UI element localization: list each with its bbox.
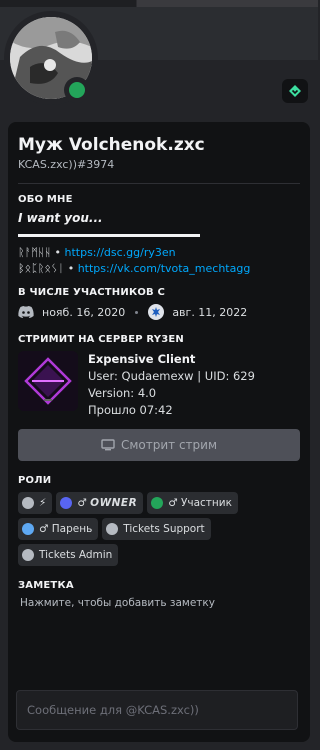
role-glyph: ♂: [168, 497, 178, 509]
activity-details-line: User: Qudaemexw | UID: 629: [88, 369, 255, 383]
member-since-title: В числе участников с: [18, 287, 166, 298]
note-input[interactable]: Нажмите, чтобы добавить заметку: [20, 597, 300, 609]
role-glyph: ♂: [77, 497, 87, 509]
role-tag-owner[interactable]: ♂ OWNER: [56, 492, 144, 514]
role-label: Tickets Admin: [39, 549, 113, 561]
role-label: Tickets Support: [123, 523, 205, 535]
role-tag-member[interactable]: ♂ Участник: [147, 492, 238, 514]
role-color-icon: [22, 497, 34, 509]
display-name: Муж Volchenok.zxc: [18, 135, 205, 155]
note-title: Заметка: [18, 580, 74, 591]
discord-join-date: нояб. 16, 2020: [42, 305, 126, 319]
about-rule: [18, 234, 200, 237]
link-separator: •: [64, 262, 78, 275]
activity-image: [18, 351, 78, 411]
role-color-icon: [106, 523, 119, 535]
role-color-icon: [151, 497, 164, 509]
screen-share-icon: [101, 439, 115, 451]
activity-name: Expensive Client: [88, 352, 196, 366]
link-label: ᚱᚨᛗᚺᚺ: [18, 246, 51, 259]
server-join-date: авг. 11, 2022: [172, 305, 248, 319]
member-since-row: нояб. 16, 2020 авг. 11, 2022: [18, 304, 300, 320]
profile-card: Муж Volchenok.zxc KCAS.zxc))#3974 Обо мн…: [8, 122, 310, 742]
link-label: ᛒᛟᛈᚱᛟᛊᛁ: [18, 262, 65, 275]
message-input[interactable]: Сообщение для @KCAS.zxc)): [16, 690, 298, 730]
link-separator: •: [51, 246, 65, 259]
online-status-icon: [69, 82, 85, 98]
user-tag[interactable]: KCAS.zxc))#3974: [18, 158, 300, 171]
separator-dot: [135, 310, 139, 314]
role-tag[interactable]: ⚡: [18, 492, 53, 514]
server-icon: [148, 304, 165, 320]
role-tag-guy[interactable]: ♂ Парень: [18, 518, 99, 540]
role-tag-tickets-support[interactable]: Tickets Support: [102, 518, 211, 540]
activity-elapsed: Прошло 07:42: [88, 403, 173, 417]
divider: [18, 183, 300, 184]
role-glyph: ⚡: [39, 497, 47, 509]
nitro-badge-icon[interactable]: [282, 79, 308, 103]
role-color-icon: [60, 497, 73, 509]
discord-logo-icon: [18, 306, 34, 318]
message-placeholder: Сообщение для @KCAS.zxc)): [27, 703, 199, 717]
banner-strip: [0, 0, 318, 7]
vk-link[interactable]: https://vk.com/tvota_mechtagg: [78, 262, 251, 275]
about-title: Обо мне: [18, 194, 73, 205]
watch-stream-button[interactable]: Смотрит стрим: [18, 429, 300, 461]
about-link-row: ᚱᚨᛗᚺᚺ • https://dsc.gg/ry3en: [18, 245, 300, 261]
activity-title: Стримит на сервер RY3EN: [18, 334, 184, 345]
discord-invite-link[interactable]: https://dsc.gg/ry3en: [64, 246, 175, 259]
role-label: OWNER: [90, 497, 138, 509]
role-tag-tickets-admin[interactable]: Tickets Admin: [18, 544, 119, 566]
watch-stream-label: Смотрит стрим: [120, 438, 218, 452]
about-link-row: ᛒᛟᛈᚱᛟᛊᛁ • https://vk.com/tvota_mechtagg: [18, 261, 300, 277]
about-text: I want you...: [18, 211, 103, 225]
activity-state-line: Version: 4.0: [88, 386, 157, 400]
role-color-icon: [22, 523, 34, 535]
role-label: Участник: [180, 497, 232, 509]
roles-title: Роли: [18, 475, 52, 486]
role-glyph: ♂: [39, 523, 49, 535]
activity-details: Expensive Client User: Qudaemexw | UID: …: [88, 351, 255, 419]
role-color-icon: [22, 549, 34, 561]
roles-list: ⚡ ♂ OWNER ♂ Участник ♂ Парень Tickets Su…: [18, 492, 300, 566]
activity-card: Expensive Client User: Qudaemexw | UID: …: [18, 351, 300, 419]
role-label: Парень: [51, 523, 93, 535]
